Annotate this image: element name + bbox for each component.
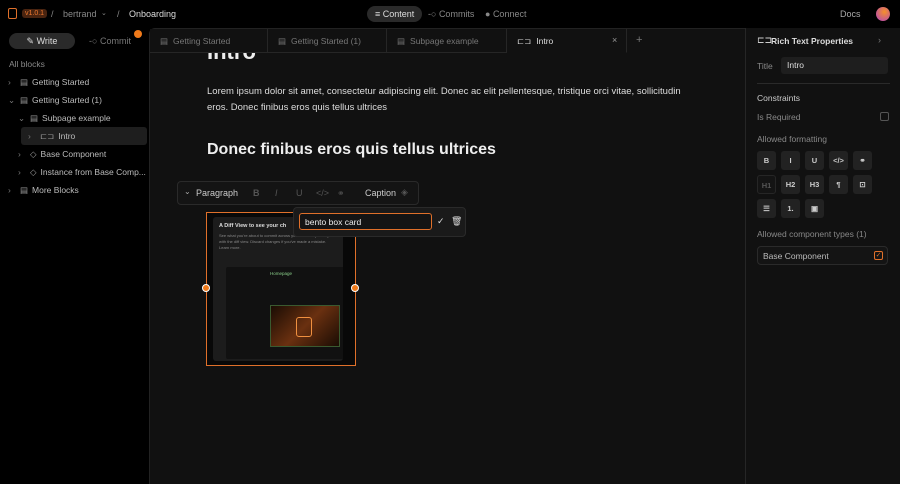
format-button[interactable]: ¶ [829, 175, 848, 194]
nav-content[interactable]: ≡ Content [367, 6, 423, 22]
all-blocks-label: All blocks [9, 59, 45, 69]
sidebar-item[interactable]: ⌄ ▤ Getting Started (1) [0, 91, 149, 109]
editor-heading[interactable]: Donec finibus eros quis tellus ultrices [207, 141, 496, 159]
is-required-checkbox[interactable] [880, 112, 889, 121]
chevron-right-icon[interactable]: › [18, 163, 30, 181]
alt-text-input[interactable]: bento box card [299, 213, 432, 230]
diamond-icon: ◇ [30, 167, 37, 177]
format-button[interactable]: H1 [757, 175, 776, 194]
format-button[interactable]: </> [829, 151, 848, 170]
tab[interactable]: ▤ Getting Started (1) [268, 29, 387, 53]
format-button[interactable]: ☰ [757, 199, 776, 218]
chevron-down-icon[interactable]: ⌄ [184, 187, 191, 196]
sidebar-item-label: Base Component [40, 149, 107, 159]
document-icon: ▤ [160, 36, 169, 46]
avatar[interactable] [876, 7, 890, 21]
chevron-right-icon[interactable]: › [28, 127, 40, 145]
sidebar-item[interactable]: › ▤ Getting Started [0, 73, 149, 91]
chevron-down-icon[interactable]: ⌄ [8, 91, 20, 109]
code-icon[interactable]: </> [316, 188, 329, 198]
tab[interactable]: ▤ Getting Started [150, 29, 268, 53]
sidebar-item-label: Subpage example [42, 113, 111, 123]
resize-handle-left[interactable] [202, 284, 210, 292]
tab[interactable]: ⊏⊐ Intro [507, 29, 627, 53]
bold-icon[interactable]: B [253, 188, 260, 198]
project-breadcrumb[interactable]: Onboarding [129, 9, 176, 19]
link-icon[interactable]: ⚭ [337, 188, 345, 199]
trash-icon[interactable]: 🗑 [451, 216, 462, 227]
document-icon: ▤ [20, 95, 29, 105]
format-button[interactable]: U [805, 151, 824, 170]
chevron-down-icon[interactable]: ⌄ [101, 9, 107, 17]
rich-text-icon: ⊏⊐ [40, 131, 55, 141]
chevron-right-icon[interactable]: › [18, 145, 30, 163]
commit-tab[interactable]: -○ Commit [85, 33, 135, 49]
document-icon: ▤ [20, 77, 29, 87]
nav-connect[interactable]: ● Connect [477, 6, 534, 22]
format-button[interactable]: 1. [781, 199, 800, 218]
sidebar-item[interactable]: ⌄ ▤ Subpage example [0, 109, 149, 127]
panel-title: Rich Text Properties [771, 36, 854, 46]
sidebar-item-label: Intro [58, 131, 76, 141]
format-button[interactable]: H2 [781, 175, 800, 194]
editor-paragraph[interactable]: Lorem ipsum dolor sit amet, consectetur … [207, 84, 682, 116]
format-button[interactable]: B [757, 151, 776, 170]
editor-title[interactable]: Intro [207, 53, 407, 65]
diamond-icon[interactable]: ◈ [401, 187, 408, 198]
title-input[interactable]: Intro [781, 57, 888, 74]
docs-link[interactable]: Docs [840, 9, 861, 19]
confirm-icon[interactable]: ✓ [437, 216, 445, 227]
add-tab-icon[interactable]: + [636, 34, 642, 46]
component-checkbox[interactable]: ✓ [874, 251, 883, 260]
close-tab-icon[interactable]: × [612, 35, 617, 45]
block-type-select[interactable]: Paragraph [196, 188, 238, 198]
caption-button[interactable]: Caption [365, 188, 396, 198]
block-tree: › ▤ Getting Started ⌄ ▤ Getting Started (1) ⌄ ▤… [0, 73, 149, 199]
document-icon: ▤ [397, 36, 406, 46]
rich-text-icon: ⊏⊐ [757, 35, 773, 45]
document-icon: ▤ [278, 36, 287, 46]
version-badge: v1.0.1 [22, 9, 48, 18]
logo-icon[interactable] [8, 8, 17, 19]
format-button[interactable]: ⊡ [853, 175, 872, 194]
component-type-item[interactable]: Base Component [757, 246, 888, 265]
format-button[interactable]: ▣ [805, 199, 824, 218]
sidebar-item[interactable]: › ⊏⊐ Intro [21, 127, 147, 145]
underline-icon[interactable]: U [296, 188, 303, 198]
document-icon: ▤ [20, 185, 29, 195]
rich-text-icon: ⊏⊐ [517, 36, 532, 46]
document-icon: ▤ [30, 113, 39, 123]
chevron-right-icon[interactable]: › [878, 35, 881, 45]
chevron-down-icon[interactable]: ⌄ [18, 109, 30, 127]
sidebar-item-label: Instance from Base Comp... [40, 167, 146, 177]
chevron-right-icon[interactable]: › [8, 73, 20, 91]
write-tab[interactable]: ✎ Write [9, 33, 75, 49]
format-button[interactable]: I [781, 151, 800, 170]
sidebar-item[interactable]: › ◇ Instance from Base Comp... [0, 163, 149, 181]
sidebar-item-label: Getting Started (1) [32, 95, 102, 105]
nav-commits[interactable]: -○ Commits [420, 6, 482, 22]
tab[interactable]: ▤ Subpage example [387, 29, 507, 53]
sidebar-item[interactable]: › ◇ Base Component [0, 145, 149, 163]
user-breadcrumb[interactable]: bertrand [63, 9, 97, 19]
format-button[interactable]: ⚭ [853, 151, 872, 170]
chevron-right-icon[interactable]: › [8, 181, 20, 199]
sidebar-item[interactable]: › ▤ More Blocks [0, 181, 149, 199]
sidebar-item-label: More Blocks [32, 185, 79, 195]
italic-icon[interactable]: I [275, 188, 278, 198]
format-button[interactable]: H3 [805, 175, 824, 194]
resize-handle-right[interactable] [351, 284, 359, 292]
notification-dot [134, 30, 142, 38]
diamond-icon: ◇ [30, 149, 37, 159]
sidebar-item-label: Getting Started [32, 77, 90, 87]
